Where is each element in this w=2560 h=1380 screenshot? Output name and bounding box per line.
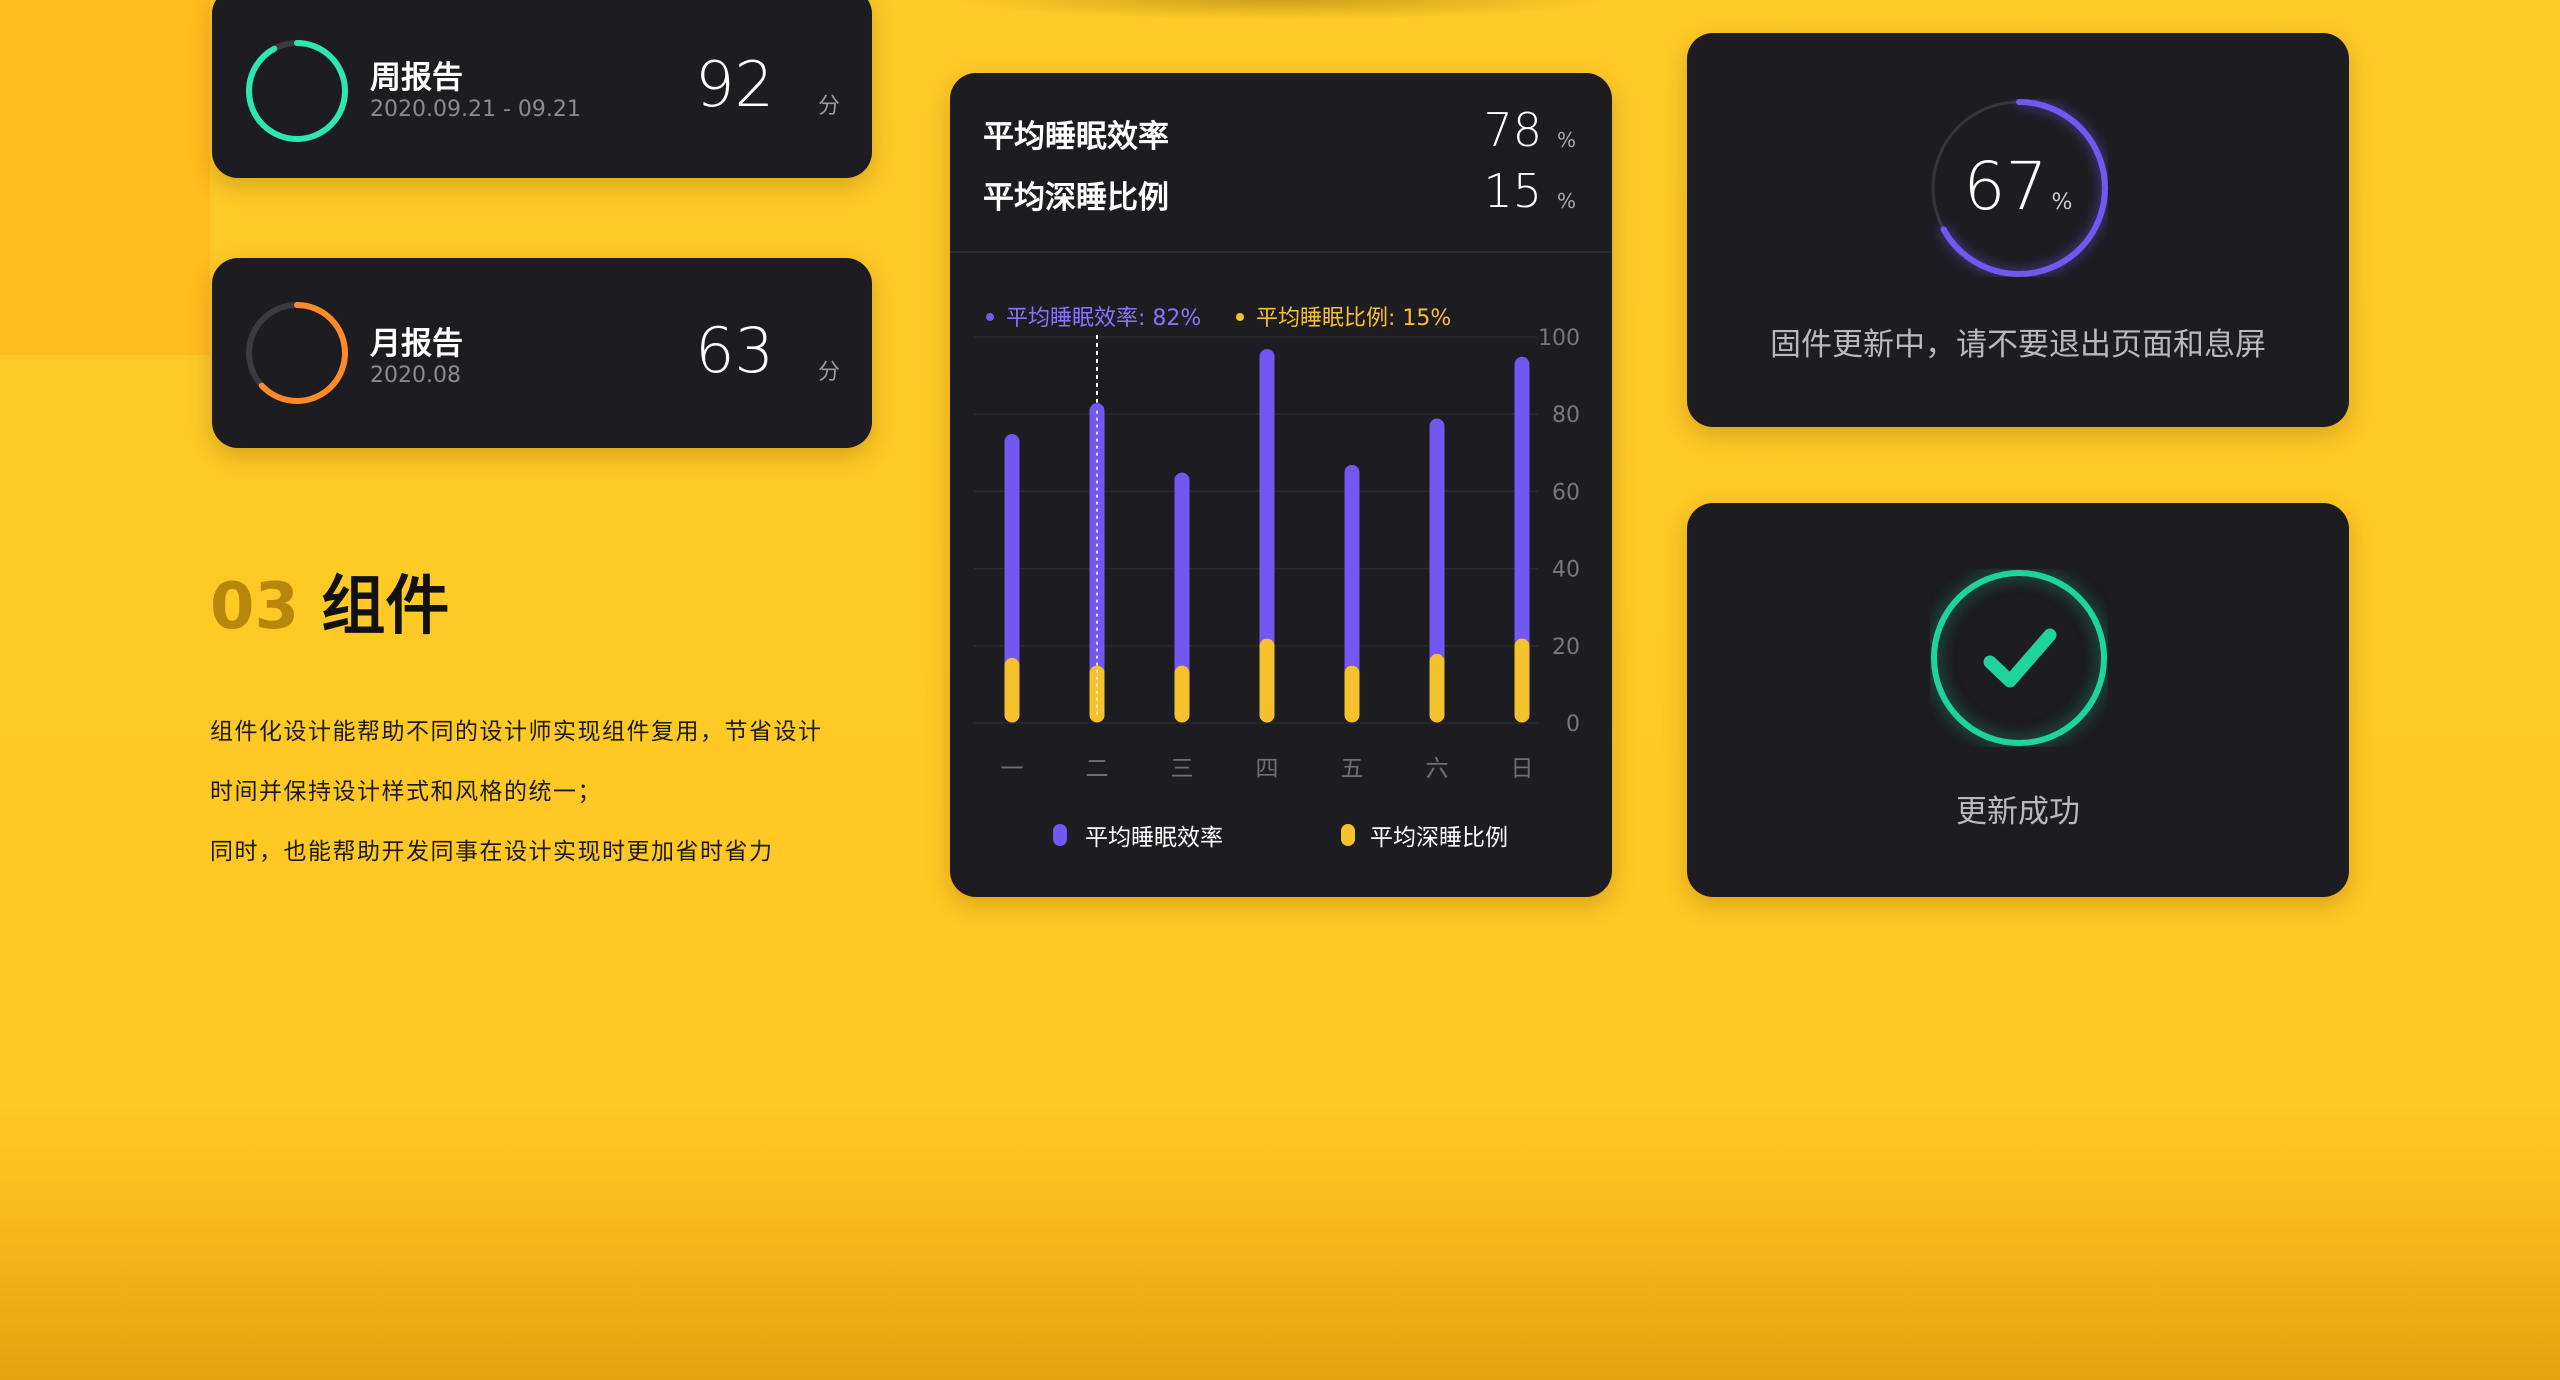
tooltip-efficiency-dot [986, 313, 994, 321]
y-tick-label: 0 [1566, 712, 1580, 737]
y-tick-label: 20 [1552, 635, 1580, 660]
section-number: 03 [210, 570, 300, 644]
firmware-update-card: 67% 固件更新中，请不要退出页面和息屏 [1687, 33, 2349, 427]
section-title: 组件 [321, 570, 450, 644]
firmware-percent-group: 67% [1687, 148, 2349, 225]
weekly-report-card[interactable]: 周报告 2020.09.21 - 09.21 92 分 [212, 0, 872, 178]
section-heading: 03 组件 [210, 555, 449, 647]
monthly-progress-ring [246, 302, 348, 404]
section-desc-line-1: 组件化设计能帮助不同的设计师实现组件复用，节省设计 [210, 719, 823, 745]
weekly-progress-ring [246, 40, 348, 142]
sleep-stats-card: 平均睡眠效率 78 % 平均深睡比例 15 % 平均睡眠效率: 82% 平均睡眠… [950, 73, 1612, 897]
y-tick-label: 80 [1552, 403, 1580, 428]
x-tick-label: 一 [1001, 756, 1024, 782]
weekly-report-score: 92 [695, 48, 774, 121]
firmware-percent-unit: % [2051, 190, 2073, 215]
firmware-message: 固件更新中，请不要退出页面和息屏 [1770, 327, 2266, 363]
success-message: 更新成功 [1956, 794, 2080, 830]
y-tick-label: 40 [1552, 558, 1580, 583]
x-tick-label: 二 [1086, 756, 1109, 782]
x-tick-label: 六 [1426, 756, 1449, 782]
x-tick-label: 四 [1256, 756, 1279, 782]
sleep-bar-chart: 平均睡眠效率: 82% 平均睡眠比例: 15% 0 20 40 60 80 100 一 二 三 四… [974, 306, 1580, 782]
tooltip-deep-dot [1236, 313, 1244, 321]
y-tick-label: 60 [1552, 480, 1580, 505]
card-shadow [950, 0, 1610, 20]
monthly-report-score: 63 [695, 314, 774, 387]
monthly-report-card[interactable]: 月报告 2020.08 63 分 [212, 258, 872, 448]
weekly-report-date: 2020.09.21 - 09.21 [370, 97, 581, 122]
firmware-percent: 67 [1963, 148, 2048, 225]
legend-deep: 平均深睡比例 [1370, 825, 1508, 851]
x-tick-label: 五 [1341, 756, 1364, 782]
legend-deep-dot [1341, 824, 1355, 846]
legend-efficiency-dot [1053, 824, 1067, 846]
x-tick-label: 日 [1511, 756, 1534, 782]
monthly-report-date: 2020.08 [370, 363, 461, 388]
monthly-score-unit: 分 [817, 360, 840, 385]
background-accent [0, 0, 210, 355]
weekly-score-unit: 分 [817, 94, 840, 119]
success-check-icon [1931, 570, 2107, 746]
x-tick-label: 三 [1171, 756, 1194, 782]
monthly-report-title: 月报告 [370, 326, 463, 362]
tooltip-efficiency: 平均睡眠效率: 82% [1006, 306, 1201, 331]
section-desc-line-2: 时间并保持设计样式和风格的统一； [210, 779, 602, 805]
y-tick-label: 100 [1538, 326, 1580, 351]
bottom-gradient [0, 1220, 2560, 1380]
tooltip-deep: 平均睡眠比例: 15% [1256, 306, 1451, 331]
weekly-report-title: 周报告 [370, 60, 463, 96]
legend-efficiency: 平均睡眠效率 [1085, 825, 1223, 851]
section-desc-line-3: 同时，也能帮助开发同事在设计实现时更加省时省力 [210, 839, 774, 865]
update-success-card: 更新成功 [1687, 503, 2349, 897]
